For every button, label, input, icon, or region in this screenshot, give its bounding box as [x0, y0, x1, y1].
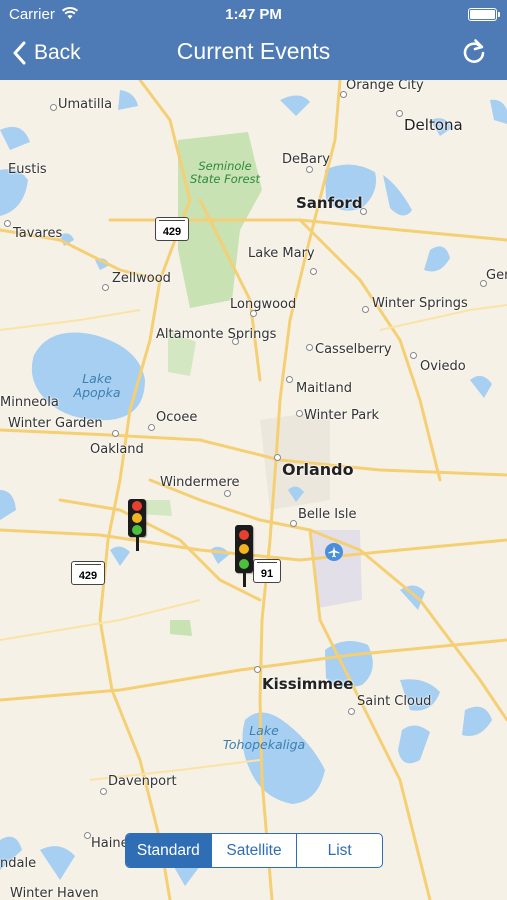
city-dot — [306, 344, 313, 351]
city-label: Umatilla — [58, 97, 113, 112]
city-dot — [274, 454, 281, 461]
map-type-segmented-control[interactable]: Standard Satellite List — [125, 833, 383, 868]
route-shield: 91 — [253, 559, 281, 583]
city-label: Winter Springs — [372, 296, 468, 311]
route-shield: 429 — [155, 217, 189, 241]
city-label: Zellwood — [112, 271, 171, 286]
segment-satellite[interactable]: Satellite — [212, 834, 298, 867]
city-label: Davenport — [108, 774, 177, 789]
city-dot — [480, 280, 487, 287]
city-label: Oakland — [90, 442, 144, 457]
chevron-left-icon — [13, 41, 26, 65]
city-label: Orlando — [282, 460, 354, 479]
city-dot — [290, 520, 297, 527]
status-bar: Carrier 1:47 PM — [0, 0, 507, 28]
city-label: Windermere — [160, 475, 240, 490]
city-dot — [340, 91, 347, 98]
signal-lamp-red — [132, 501, 142, 511]
refresh-icon[interactable] — [459, 38, 489, 68]
map-view[interactable]: Orange City Deltona Umatilla Eustis DeBa… — [0, 80, 507, 900]
city-dot — [310, 268, 317, 275]
city-dot — [286, 376, 293, 383]
city-label: Saint Cloud — [357, 694, 432, 709]
city-label: Belle Isle — [298, 507, 357, 522]
city-dot — [4, 220, 11, 227]
city-dot — [112, 430, 119, 437]
city-dot — [362, 306, 369, 313]
city-dot — [360, 208, 367, 215]
city-label: Longwood — [230, 297, 297, 312]
traffic-signal-icon[interactable] — [128, 499, 146, 551]
city-dot — [254, 666, 261, 673]
traffic-signal-icon[interactable] — [235, 525, 253, 587]
city-dot — [102, 284, 109, 291]
back-label: Back — [34, 41, 81, 64]
city-label: Casselberry — [315, 342, 392, 357]
back-button[interactable]: Back — [12, 36, 81, 70]
signal-pole — [136, 537, 139, 551]
city-dot — [100, 788, 107, 795]
city-label: Minneola — [0, 395, 59, 410]
map-base — [0, 80, 507, 900]
signal-lamp-green — [239, 558, 249, 569]
signal-lamp-red — [239, 529, 249, 540]
city-label: Winter Park — [304, 408, 380, 423]
city-dot — [306, 166, 313, 173]
airport-icon[interactable] — [325, 543, 343, 561]
city-label: Winter Haven — [10, 886, 99, 900]
city-dot — [224, 490, 231, 497]
city-label: Sanford — [296, 194, 363, 212]
city-label: ndale — [0, 856, 37, 871]
route-number: 429 — [78, 570, 98, 582]
city-label: Oviedo — [420, 359, 466, 374]
lake-label: Lake Apopka — [73, 371, 121, 400]
park-label: Seminole State Forest — [190, 159, 261, 186]
city-label: Kissimmee — [262, 675, 354, 693]
lake-label: Lake Tohopekaliga — [222, 723, 306, 752]
city-label: Altamonte Springs — [156, 327, 277, 342]
city-dot — [84, 832, 91, 839]
signal-lamp-green — [132, 525, 142, 535]
navigation-bar: Carrier 1:47 PM Back Current Events — [0, 0, 507, 80]
segment-standard[interactable]: Standard — [126, 834, 212, 867]
city-dot — [396, 110, 403, 117]
clock: 1:47 PM — [225, 6, 282, 23]
city-dot — [232, 338, 239, 345]
city-label: Eustis — [8, 162, 47, 177]
city-dot — [148, 424, 155, 431]
signal-lamp-yellow — [132, 513, 142, 523]
city-label: DeBary — [282, 152, 330, 167]
route-number: 91 — [260, 568, 274, 580]
route-number: 429 — [162, 226, 182, 238]
signal-lamp-yellow — [239, 544, 249, 554]
city-dot — [50, 104, 57, 111]
city-label: Tavares — [13, 226, 63, 241]
battery-icon — [468, 8, 500, 21]
city-label: Haine — [91, 836, 129, 851]
route-shield: 429 — [71, 561, 105, 585]
city-label: Deltona — [404, 116, 463, 134]
city-label: Maitland — [296, 381, 352, 396]
city-dot — [250, 310, 257, 317]
city-dot — [348, 708, 355, 715]
signal-pole — [243, 573, 246, 587]
city-label: Winter Garden — [8, 416, 103, 431]
city-dot — [296, 410, 303, 417]
city-label: Ocoee — [156, 410, 198, 425]
city-dot — [410, 352, 417, 359]
city-label: Orange City — [346, 80, 424, 93]
segment-list[interactable]: List — [297, 834, 382, 867]
city-label: Lake Mary — [248, 246, 315, 261]
city-label: Gen — [486, 268, 507, 283]
